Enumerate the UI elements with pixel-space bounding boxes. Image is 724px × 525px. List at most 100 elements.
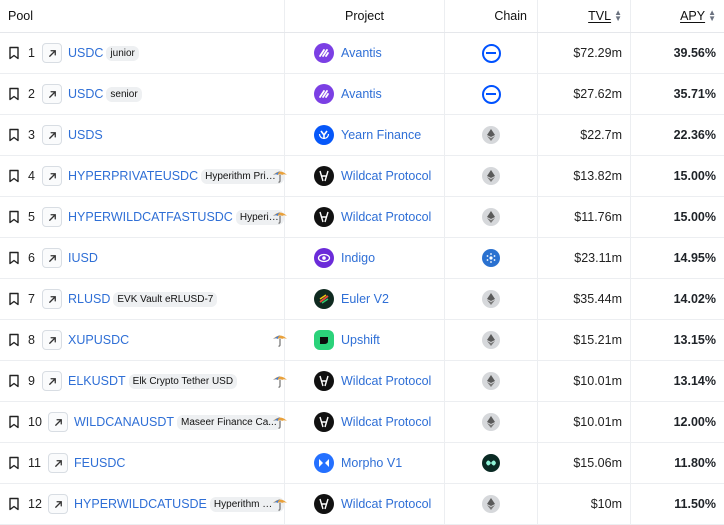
apy-cell: 13.14% xyxy=(631,361,724,401)
pool-cell: 12 HYPERWILDCATUSDE Hyperithm Wil... xyxy=(0,484,287,524)
project-name-link[interactable]: Wildcat Protocol xyxy=(341,210,431,224)
external-link-icon[interactable] xyxy=(48,453,68,473)
pool-symbol-link[interactable]: USDC xyxy=(68,87,103,101)
pool-symbol-link[interactable]: FEUSDC xyxy=(74,456,125,470)
project-name-link[interactable]: Avantis xyxy=(341,87,382,101)
wildcat-logo xyxy=(314,412,334,432)
apy-cell: 14.95% xyxy=(631,238,724,278)
external-link-icon[interactable] xyxy=(42,207,62,227)
external-link-icon[interactable] xyxy=(42,84,62,104)
pool-symbol-link[interactable]: USDC xyxy=(68,46,103,60)
pool-symbol-link[interactable]: HYPERWILDCATUSDE xyxy=(74,497,207,511)
tvl-cell: $10.01m xyxy=(538,402,631,442)
project-cell: Yearn Finance xyxy=(285,115,445,155)
external-link-icon[interactable] xyxy=(42,125,62,145)
sort-arrows-icon[interactable]: ▲ ▼ xyxy=(708,9,716,23)
bookmark-icon[interactable] xyxy=(8,46,20,60)
table-row: 12 HYPERWILDCATUSDE Hyperithm Wil... Wil… xyxy=(0,484,724,525)
table-row: 4 HYPERPRIVATEUSDC Hyperithm Priva... Wi… xyxy=(0,156,724,197)
apy-value: 15.00% xyxy=(673,210,716,224)
apy-cell: 12.00% xyxy=(631,402,724,442)
table-row: 3 USDS Yearn Finance $22.7m 22.36% xyxy=(0,115,724,156)
external-link-icon[interactable] xyxy=(42,166,62,186)
external-link-icon[interactable] xyxy=(42,43,62,63)
apy-sort-label[interactable]: APY xyxy=(680,9,705,23)
project-cell: Morpho V1 xyxy=(285,443,445,483)
tvl-value: $23.11m xyxy=(574,251,622,265)
project-name-link[interactable]: Wildcat Protocol xyxy=(341,169,431,183)
project-name-link[interactable]: Wildcat Protocol xyxy=(341,415,431,429)
ethereum-chain-icon xyxy=(482,413,500,431)
bookmark-icon[interactable] xyxy=(8,169,20,183)
project-name-link[interactable]: Euler V2 xyxy=(341,292,389,306)
chain-cell xyxy=(445,443,538,483)
bookmark-icon[interactable] xyxy=(8,333,20,347)
ethereum-chain-icon xyxy=(482,331,500,349)
ethereum-chain-icon xyxy=(482,208,500,226)
external-link-icon[interactable] xyxy=(48,494,68,514)
external-link-icon[interactable] xyxy=(42,371,62,391)
project-cell: Avantis xyxy=(285,33,445,73)
apy-value: 22.36% xyxy=(673,128,716,142)
apy-cell: 15.00% xyxy=(631,156,724,196)
apy-cell: 14.02% xyxy=(631,279,724,319)
project-name-link[interactable]: Yearn Finance xyxy=(341,128,421,142)
bookmark-icon[interactable] xyxy=(8,210,20,224)
tvl-value: $15.06m xyxy=(573,456,622,470)
project-name-link[interactable]: Wildcat Protocol xyxy=(341,374,431,388)
project-name-link[interactable]: Upshift xyxy=(341,333,380,347)
sort-arrows-icon[interactable]: ▲ ▼ xyxy=(614,9,622,23)
bookmark-icon[interactable] xyxy=(8,456,20,470)
chain-cell xyxy=(445,197,538,237)
pool-symbol-link[interactable]: HYPERPRIVATEUSDC xyxy=(68,169,198,183)
pool-cell: 8 XUPUSDC xyxy=(0,320,287,360)
rank-number: 7 xyxy=(28,292,35,306)
bookmark-icon[interactable] xyxy=(8,374,20,388)
pool-meta-tag: Maseer Finance Ca... xyxy=(177,414,281,430)
apy-cell: 11.80% xyxy=(631,443,724,483)
project-cell: Wildcat Protocol xyxy=(285,197,445,237)
bookmark-icon[interactable] xyxy=(8,415,20,429)
bookmark-icon[interactable] xyxy=(8,87,20,101)
morpho-logo xyxy=(314,453,334,473)
tvl-value: $10.01m xyxy=(573,415,622,429)
external-link-icon[interactable] xyxy=(42,248,62,268)
tvl-sort-label[interactable]: TVL xyxy=(588,9,611,23)
tvl-cell: $10m xyxy=(538,484,631,524)
pool-symbol-link[interactable]: USDS xyxy=(68,128,103,142)
col-header-apy[interactable]: APY ▲ ▼ xyxy=(631,0,724,32)
bookmark-icon[interactable] xyxy=(8,292,20,306)
bookmark-icon[interactable] xyxy=(8,128,20,142)
pool-symbol-link[interactable]: WILDCANAUSDT xyxy=(74,415,174,429)
project-name-link[interactable]: Indigo xyxy=(341,251,375,265)
pool-symbol-link[interactable]: ELKUSDT xyxy=(68,374,126,388)
pool-symbol-link[interactable]: HYPERWILDCATFASTUSDC xyxy=(68,210,233,224)
project-name-link[interactable]: Morpho V1 xyxy=(341,456,402,470)
external-link-icon[interactable] xyxy=(42,330,62,350)
pool-symbol-link[interactable]: XUPUSDC xyxy=(68,333,129,347)
external-link-icon[interactable] xyxy=(48,412,68,432)
yearn-logo xyxy=(314,125,334,145)
project-cell: Upshift xyxy=(285,320,445,360)
cardano-chain-icon xyxy=(482,249,500,267)
external-link-icon[interactable] xyxy=(42,289,62,309)
apy-cell: 15.00% xyxy=(631,197,724,237)
apy-value: 35.71% xyxy=(673,87,716,101)
project-name-link[interactable]: Avantis xyxy=(341,46,382,60)
ethereum-chain-icon xyxy=(482,290,500,308)
tvl-cell: $27.62m xyxy=(538,74,631,114)
rank-number: 2 xyxy=(28,87,35,101)
wildcat-logo xyxy=(314,166,334,186)
ethereum-chain-icon xyxy=(482,372,500,390)
bookmark-icon[interactable] xyxy=(8,251,20,265)
project-name-link[interactable]: Wildcat Protocol xyxy=(341,497,431,511)
chain-cell xyxy=(445,279,538,319)
bookmark-icon[interactable] xyxy=(8,497,20,511)
pool-cell: 4 HYPERPRIVATEUSDC Hyperithm Priva... xyxy=(0,156,287,196)
pool-symbol-link[interactable]: RLUSD xyxy=(68,292,110,306)
col-header-tvl[interactable]: TVL ▲ ▼ xyxy=(538,0,631,32)
tvl-cell: $11.76m xyxy=(538,197,631,237)
avantis-logo xyxy=(314,43,334,63)
pool-symbol-link[interactable]: IUSD xyxy=(68,251,98,265)
table-row: 7 RLUSD EVK Vault eRLUSD-7 Euler V2 $35.… xyxy=(0,279,724,320)
